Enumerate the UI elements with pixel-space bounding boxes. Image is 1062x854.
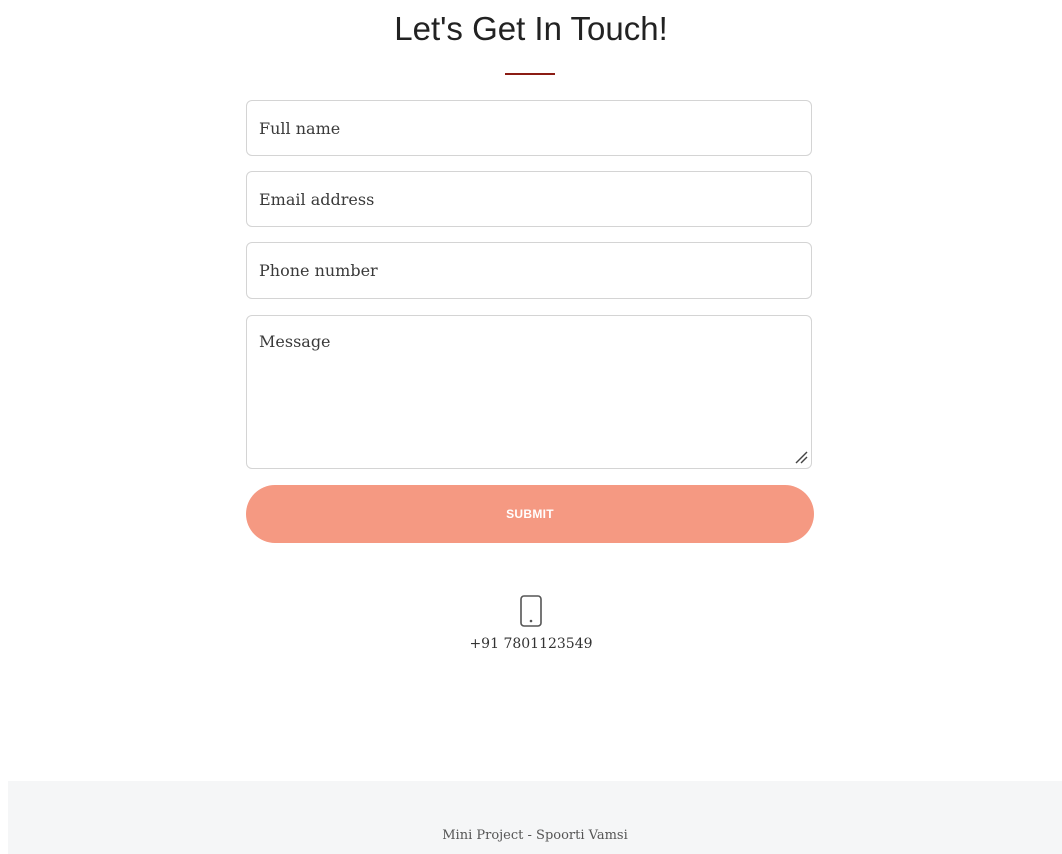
footer-credit: Mini Project - Spoorti Vamsi — [442, 828, 628, 843]
resize-grip-icon[interactable] — [794, 450, 808, 464]
email-input[interactable] — [246, 171, 812, 227]
full-name-input[interactable] — [246, 100, 812, 156]
page-title: Let's Get In Touch! — [394, 10, 668, 47]
mobile-phone-icon — [520, 595, 542, 627]
contact-page: Let's Get In Touch! SUBMIT +91 780112354… — [0, 0, 1062, 854]
footer: Mini Project - Spoorti Vamsi — [8, 781, 1062, 854]
title-divider — [505, 73, 555, 75]
phone-input[interactable] — [246, 242, 812, 299]
contact-phone-number: +91 7801123549 — [469, 636, 593, 652]
submit-button[interactable]: SUBMIT — [246, 485, 814, 543]
message-textarea[interactable] — [246, 315, 812, 469]
